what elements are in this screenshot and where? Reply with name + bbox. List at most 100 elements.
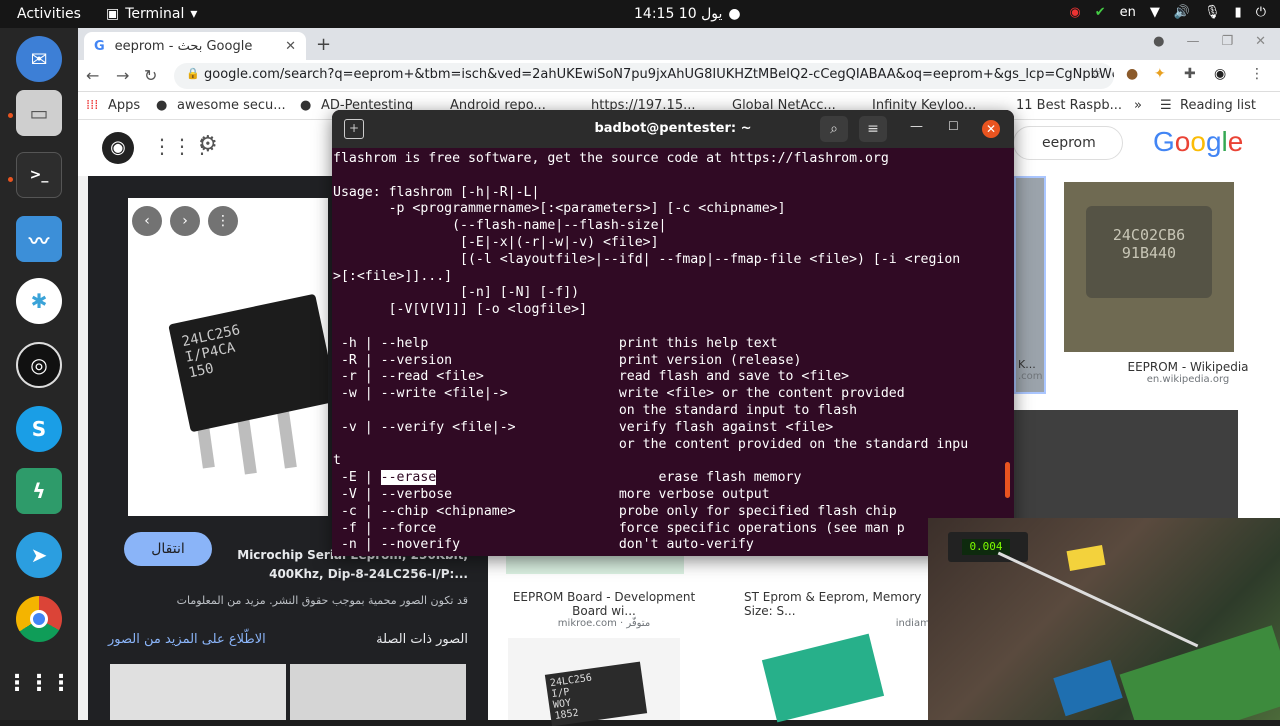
next-icon[interactable]: › — [170, 206, 200, 236]
related-images-heading: الصور ذات الصلة — [376, 632, 468, 647]
terminal-scrollbar[interactable] — [1005, 462, 1010, 498]
clock[interactable]: 14:15 يول 10 ● — [634, 6, 741, 22]
dock-thunderbird-icon[interactable]: ✉ — [16, 36, 62, 82]
copyright-notice: قد تكون الصور محمية بموجب حقوق النشر. مز… — [176, 594, 468, 607]
profile-icon[interactable]: ● — [1153, 34, 1164, 49]
visit-button[interactable]: انتقال — [124, 532, 212, 566]
preview-image[interactable]: 24LC256 I/P4CA 150 — [128, 198, 328, 516]
dock-files-icon[interactable]: ▭ — [16, 90, 62, 136]
bookmark-star-icon[interactable]: ☆ — [1090, 66, 1103, 82]
terminal-output[interactable]: flashrom is free software, get the sourc… — [332, 148, 1014, 556]
bookmark-apps[interactable]: Apps — [108, 98, 140, 113]
power-menu-icon[interactable]: ⏻ — [1256, 5, 1266, 20]
result-card-mikroe[interactable]: EEPROM Board - Development Board wi... m… — [504, 590, 704, 629]
output-text: flashrom is free software, get the sourc… — [333, 151, 969, 469]
dock-obs-icon[interactable]: ◎ — [16, 342, 62, 388]
show-applications-icon[interactable]: ⋮⋮⋮ — [6, 660, 72, 706]
dock-monitor-icon[interactable]: 〰 — [16, 216, 62, 262]
result-image-programmer[interactable] — [746, 633, 926, 723]
bookmark-awesome[interactable]: awesome secu... — [177, 98, 286, 113]
google-logo[interactable]: Google — [1153, 126, 1243, 158]
github-icon: ● — [156, 98, 168, 113]
cookie-extension-icon[interactable]: ● — [1126, 66, 1138, 82]
close-window-icon[interactable]: ✕ — [1255, 34, 1266, 49]
dock-chrome-icon[interactable] — [16, 596, 62, 642]
result-image-chip-bottom[interactable]: 24LC256 I/P WOY 1852 — [508, 638, 680, 726]
page-scrollbar[interactable] — [78, 176, 88, 720]
hamburger-menu-icon[interactable]: ≡ — [859, 116, 887, 142]
system-tray[interactable]: ◉ ✔ en ▼ 🔊 🎙 ▮ ⏻ — [1069, 5, 1266, 20]
wifi-icon[interactable]: ▼ — [1150, 5, 1160, 20]
prev-icon[interactable]: ‹ — [132, 206, 162, 236]
chip-image: 24C02CB6 91B440 — [1086, 206, 1212, 298]
related-thumbnail[interactable] — [110, 664, 286, 720]
result-partial-caption[interactable]: K... .com — [1018, 358, 1048, 382]
google-favicon-icon: G — [94, 38, 105, 54]
battery-icon[interactable]: ▮ — [1235, 5, 1242, 20]
dock: ✉ ▭ >_ 〰 ✱ ◎ S ϟ ➤ ⋮⋮⋮ — [0, 28, 78, 720]
app-menu[interactable]: ▣ Terminal ▾ — [106, 6, 197, 22]
bookmarks-overflow[interactable]: » — [1134, 98, 1142, 113]
close-tab-icon[interactable]: ✕ — [285, 39, 296, 54]
notification-dot-icon: ● — [728, 6, 741, 22]
mic-icon[interactable]: 🎙 — [1204, 5, 1221, 20]
new-tab-button[interactable]: + — [316, 34, 331, 55]
result-image-chip-large[interactable] — [1012, 410, 1238, 520]
maximize-icon[interactable]: ❐ — [1221, 34, 1233, 49]
tab-google-search[interactable]: G eeprom - بحث Google ✕ — [84, 32, 306, 60]
back-icon[interactable]: ← — [86, 66, 99, 85]
address-bar: ← → ↻ 🔒 google.com/search?q=eeprom+&tbm=… — [78, 60, 1280, 92]
terminal-titlebar[interactable]: + badbot@pentester: ~ ⌕ ≡ — ☐ ✕ — [332, 110, 1014, 148]
result-card-wikipedia[interactable]: EEPROM - Wikipedia en.wikipedia.org — [1118, 360, 1258, 385]
output-text: -E | — [333, 470, 381, 486]
apps-icon[interactable]: ⁞⁞⁞ — [86, 98, 98, 113]
record-icon[interactable]: ◉ — [1069, 5, 1080, 20]
close-icon[interactable]: ✕ — [982, 120, 1000, 138]
maximize-icon[interactable]: ☐ — [948, 119, 959, 133]
tab-title: eeprom - بحث Google — [114, 38, 253, 54]
avatar-icon[interactable]: ◉ — [1214, 66, 1226, 82]
related-thumbnail[interactable] — [290, 664, 466, 720]
chevron-down-icon: ▾ — [190, 6, 198, 22]
result-card-indiamart[interactable]: ST Eprom & Eeprom, Memory Size: S... ind… — [744, 590, 944, 629]
search-input[interactable]: eeprom — [1013, 126, 1123, 160]
chip-bottom: 24LC256 I/P WOY 1852 — [544, 661, 648, 726]
url-text: google.com/search?q=eeprom+&tbm=isch&ved… — [204, 67, 1114, 82]
lock-icon[interactable]: 🔒 — [186, 67, 200, 80]
volume-icon[interactable]: 🔊 — [1174, 5, 1190, 20]
see-more-link[interactable]: الاطّلاع على المزيد من الصور — [108, 632, 266, 647]
language-selector[interactable]: en — [1120, 5, 1136, 20]
circuit-board — [1119, 625, 1280, 720]
activities-button[interactable]: Activities — [17, 6, 81, 22]
top-bar: Activities ▣ Terminal ▾ 14:15 يول 10 ● ◉… — [0, 0, 1280, 28]
more-options-icon[interactable]: ⋮ — [208, 206, 238, 236]
reading-list-button[interactable]: Reading list — [1180, 98, 1256, 113]
selected-text: --erase — [380, 470, 437, 486]
extension-icon[interactable]: ✦ — [1154, 66, 1166, 82]
chrome-menu-icon[interactable]: ⋮ — [1250, 66, 1264, 82]
minimize-icon[interactable]: — — [910, 119, 923, 134]
url-input[interactable]: 🔒 google.com/search?q=eeprom+&tbm=isch&v… — [174, 63, 1114, 89]
result-image-wikipedia[interactable]: 24C02CB6 91B440 — [1064, 182, 1234, 352]
terminal-icon: ▣ — [106, 6, 120, 22]
eeprom-chip: 24LC256 I/P4CA 150 — [168, 293, 328, 433]
dock-coral-icon[interactable]: ✱ — [16, 278, 62, 324]
minimize-icon[interactable]: — — [1186, 34, 1199, 49]
dock-telegram-icon[interactable]: ➤ — [16, 532, 62, 578]
settings-gear-icon[interactable]: ⚙ — [198, 132, 218, 157]
dock-skype-icon[interactable]: S — [16, 406, 62, 452]
dock-power-icon[interactable]: ϟ — [16, 468, 62, 514]
search-icon[interactable]: ⌕ — [820, 116, 848, 142]
lens-avatar-icon[interactable]: ◉ — [102, 132, 134, 164]
bookmark-raspberry[interactable]: 11 Best Raspb... — [1016, 98, 1122, 113]
check-icon[interactable]: ✔ — [1095, 5, 1106, 20]
sticky-note — [1066, 545, 1106, 571]
webcam-overlay: 0.004 — [928, 518, 1280, 720]
dock-terminal-icon[interactable]: >_ — [16, 152, 62, 198]
reload-icon[interactable]: ↻ — [144, 66, 157, 85]
chip-label: 24LC256 I/P4CA 150 — [180, 322, 242, 382]
forward-icon[interactable]: → — [116, 66, 129, 85]
terminal-window: + badbot@pentester: ~ ⌕ ≡ — ☐ ✕ flashrom… — [332, 110, 1014, 556]
app-menu-label: Terminal — [125, 6, 185, 22]
puzzle-extensions-icon[interactable]: ✚ — [1184, 66, 1196, 82]
